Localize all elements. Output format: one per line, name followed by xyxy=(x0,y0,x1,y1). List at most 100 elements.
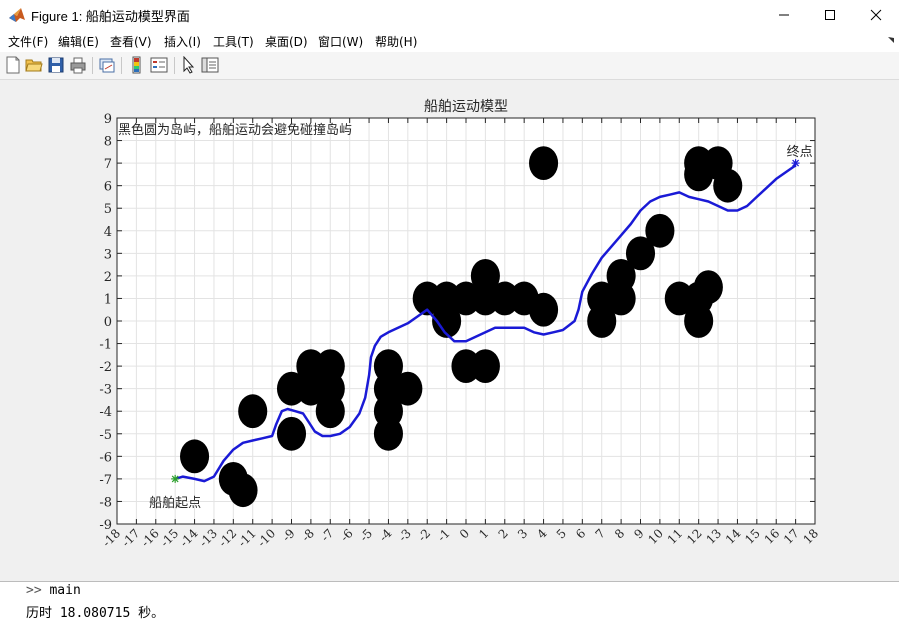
x-tick-label: 8 xyxy=(612,526,627,541)
x-tick-label: 9 xyxy=(631,526,646,541)
island-marker xyxy=(713,168,743,203)
console-command: main xyxy=(49,583,81,598)
x-tick-label: 6 xyxy=(573,526,588,541)
menu-help[interactable]: 帮助(H) xyxy=(375,33,417,50)
property-inspector-icon[interactable] xyxy=(201,56,219,74)
menu-edit[interactable]: 编辑(E) xyxy=(58,33,99,50)
x-tick-label: 5 xyxy=(554,526,569,541)
minimize-button[interactable] xyxy=(761,0,807,30)
edit-plot-icon[interactable] xyxy=(180,56,198,74)
x-tick-label: 18 xyxy=(800,526,821,547)
x-tick-label: 11 xyxy=(665,526,686,547)
y-tick-label: 4 xyxy=(104,225,112,240)
console-prompt: >> xyxy=(26,583,42,598)
menu-bar: 文件(F) 编辑(E) 查看(V) 插入(I) 工具(T) 桌面(D) 窗口(W… xyxy=(0,30,899,52)
x-tick-label: 17 xyxy=(781,526,802,547)
x-tick-label: -7 xyxy=(318,526,336,544)
x-tick-label: -8 xyxy=(299,526,317,544)
x-tick-label: 10 xyxy=(645,526,666,547)
island-marker xyxy=(684,304,714,338)
close-icon xyxy=(870,9,882,21)
toolbar-separator xyxy=(92,57,93,74)
island-marker xyxy=(693,270,723,305)
x-tick-label: -2 xyxy=(415,526,433,544)
x-tick-label: -3 xyxy=(396,526,414,544)
island-marker xyxy=(180,439,210,474)
island-marker xyxy=(276,416,307,451)
menu-tools[interactable]: 工具(T) xyxy=(213,33,254,50)
open-file-icon[interactable] xyxy=(25,56,43,74)
window-title: Figure 1: 船舶运动模型界面 xyxy=(31,9,190,24)
x-tick-label: 15 xyxy=(742,526,763,547)
x-tick-label: -10 xyxy=(255,526,279,550)
console-command-line: >> main xyxy=(26,583,81,598)
save-icon[interactable] xyxy=(47,56,65,74)
new-figure-icon[interactable] xyxy=(4,56,22,74)
y-tick-label: -8 xyxy=(99,495,112,510)
x-tick-label: 4 xyxy=(534,526,550,542)
y-tick-label: -3 xyxy=(99,383,112,398)
x-tick-label: 2 xyxy=(496,526,511,541)
x-tick-label: -6 xyxy=(338,526,356,544)
island-marker xyxy=(529,146,559,181)
y-tick-label: 6 xyxy=(104,180,112,195)
dock-arrow-icon[interactable] xyxy=(887,36,895,44)
maximize-button[interactable] xyxy=(807,0,853,30)
island-marker xyxy=(315,394,345,429)
start-label: 船舶起点 xyxy=(149,495,201,511)
plot-canvas[interactable]: -9-8-7-6-5-4-3-2-10123456789-18-17-16-15… xyxy=(0,80,899,580)
start-marker xyxy=(171,474,180,483)
x-tick-label: 16 xyxy=(762,526,783,547)
print-icon[interactable] xyxy=(69,56,87,74)
x-tick-label: -9 xyxy=(279,526,297,544)
menu-desktop[interactable]: 桌面(D) xyxy=(265,33,308,50)
y-tick-label: 0 xyxy=(104,315,112,330)
y-tick-label: 5 xyxy=(104,202,112,217)
y-tick-label: 7 xyxy=(104,157,112,172)
y-tick-label: -2 xyxy=(99,360,112,375)
maximize-icon xyxy=(825,10,835,20)
toolbar-separator xyxy=(174,57,175,74)
figure-window: Figure 1: 船舶运动模型界面 文件(F) 编辑(E) 查看(V) 插入(… xyxy=(0,0,899,582)
y-tick-label: -4 xyxy=(99,405,112,420)
minimize-icon xyxy=(779,14,789,16)
island-marker xyxy=(373,416,403,451)
chart-annotation: 黑色圆为岛屿，船舶运动会避免碰撞岛屿 xyxy=(118,122,352,138)
x-tick-label: 12 xyxy=(684,526,705,547)
menu-view[interactable]: 查看(V) xyxy=(110,33,152,50)
y-tick-label: 3 xyxy=(104,247,112,262)
end-marker xyxy=(791,159,800,168)
x-tick-label: 13 xyxy=(703,526,724,547)
toolbar-separator xyxy=(121,57,122,74)
console-output: 历时 18.080715 秒。 xyxy=(26,606,165,621)
y-tick-label: 8 xyxy=(104,135,112,150)
x-tick-label: -1 xyxy=(435,526,453,544)
x-tick-label: -5 xyxy=(357,526,375,544)
legend-icon[interactable] xyxy=(150,56,168,74)
chart-title: 船舶运动模型 xyxy=(424,99,508,115)
toolbar xyxy=(0,52,899,80)
menu-insert[interactable]: 插入(I) xyxy=(164,33,201,50)
island-marker xyxy=(238,394,268,429)
x-tick-label: 1 xyxy=(476,526,491,541)
close-button[interactable] xyxy=(853,0,899,30)
menu-window[interactable]: 窗口(W) xyxy=(318,33,363,50)
menu-file[interactable]: 文件(F) xyxy=(8,33,48,50)
end-label: 终点 xyxy=(787,144,813,160)
colorbar-icon[interactable] xyxy=(128,56,146,74)
x-tick-label: 7 xyxy=(593,526,608,541)
x-tick-label: 14 xyxy=(723,526,744,547)
link-plot-icon[interactable] xyxy=(98,56,116,74)
island-marker xyxy=(529,292,559,327)
y-tick-label: -7 xyxy=(99,473,112,488)
command-window[interactable]: >> main 历时 18.080715 秒。 xyxy=(0,582,899,621)
island-marker xyxy=(470,349,500,384)
matlab-icon xyxy=(8,6,26,24)
y-tick-label: 2 xyxy=(104,270,112,285)
y-tick-label: 1 xyxy=(104,292,112,307)
y-tick-label: -5 xyxy=(99,428,112,443)
title-bar[interactable]: Figure 1: 船舶运动模型界面 xyxy=(0,0,899,30)
x-tick-label: 3 xyxy=(515,526,530,541)
y-tick-label: 9 xyxy=(104,112,112,127)
island-marker xyxy=(393,371,423,406)
